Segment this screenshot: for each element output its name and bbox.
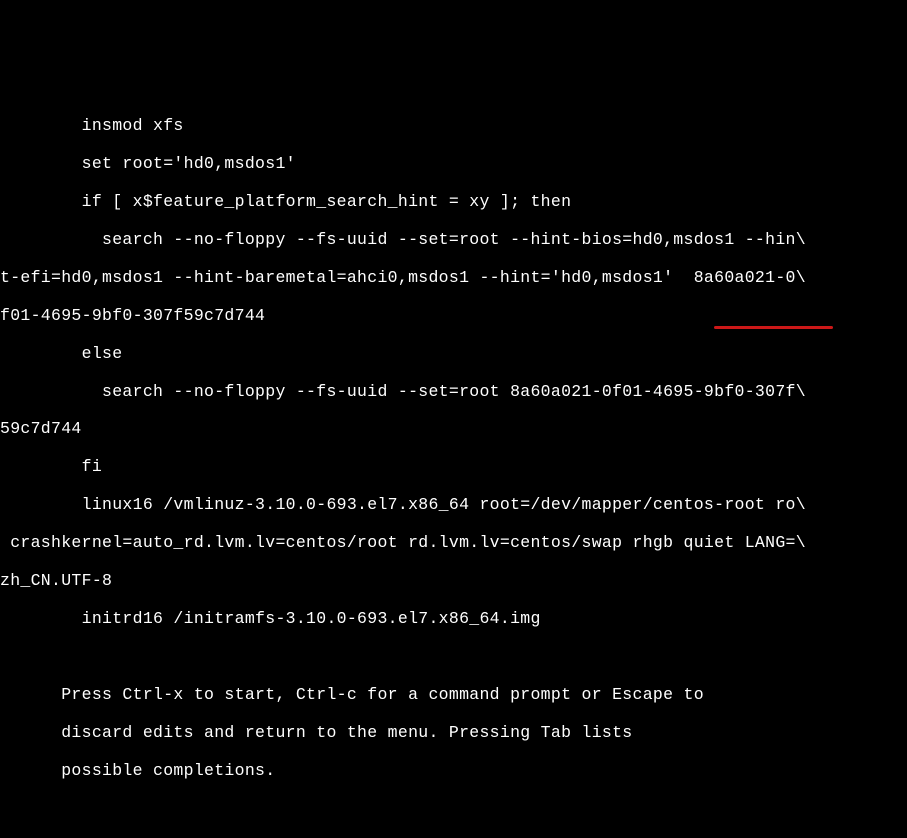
grub-line: zh_CN.UTF-8	[0, 572, 907, 591]
grub-line: search --no-floppy --fs-uuid --set=root …	[0, 231, 907, 250]
grub-line: search --no-floppy --fs-uuid --set=root …	[0, 383, 907, 402]
grub-line: else	[0, 345, 907, 364]
grub-line: linux16 /vmlinuz-3.10.0-693.el7.x86_64 r…	[0, 496, 907, 515]
grub-line: t-efi=hd0,msdos1 --hint-baremetal=ahci0,…	[0, 269, 907, 288]
grub-help-text: Press Ctrl-x to start, Ctrl-c for a comm…	[0, 686, 907, 705]
grub-line: insmod xfs	[0, 117, 907, 136]
grub-line: f01-4695-9bf0-307f59c7d744	[0, 307, 907, 326]
grub-editor-screen[interactable]: insmod xfs set root='hd0,msdos1' if [ x$…	[0, 98, 907, 838]
grub-line: set root='hd0,msdos1'	[0, 155, 907, 174]
grub-line: fi	[0, 458, 907, 477]
annotation-underline-icon	[714, 326, 833, 329]
grub-help-text: discard edits and return to the menu. Pr…	[0, 724, 907, 743]
grub-help-text: possible completions.	[0, 762, 907, 781]
grub-line-kernel-params: crashkernel=auto_rd.lvm.lv=centos/root r…	[0, 534, 907, 553]
grub-line: initrd16 /initramfs-3.10.0-693.el7.x86_6…	[0, 610, 907, 629]
grub-line: 59c7d744	[0, 420, 907, 439]
grub-line: if [ x$feature_platform_search_hint = xy…	[0, 193, 907, 212]
